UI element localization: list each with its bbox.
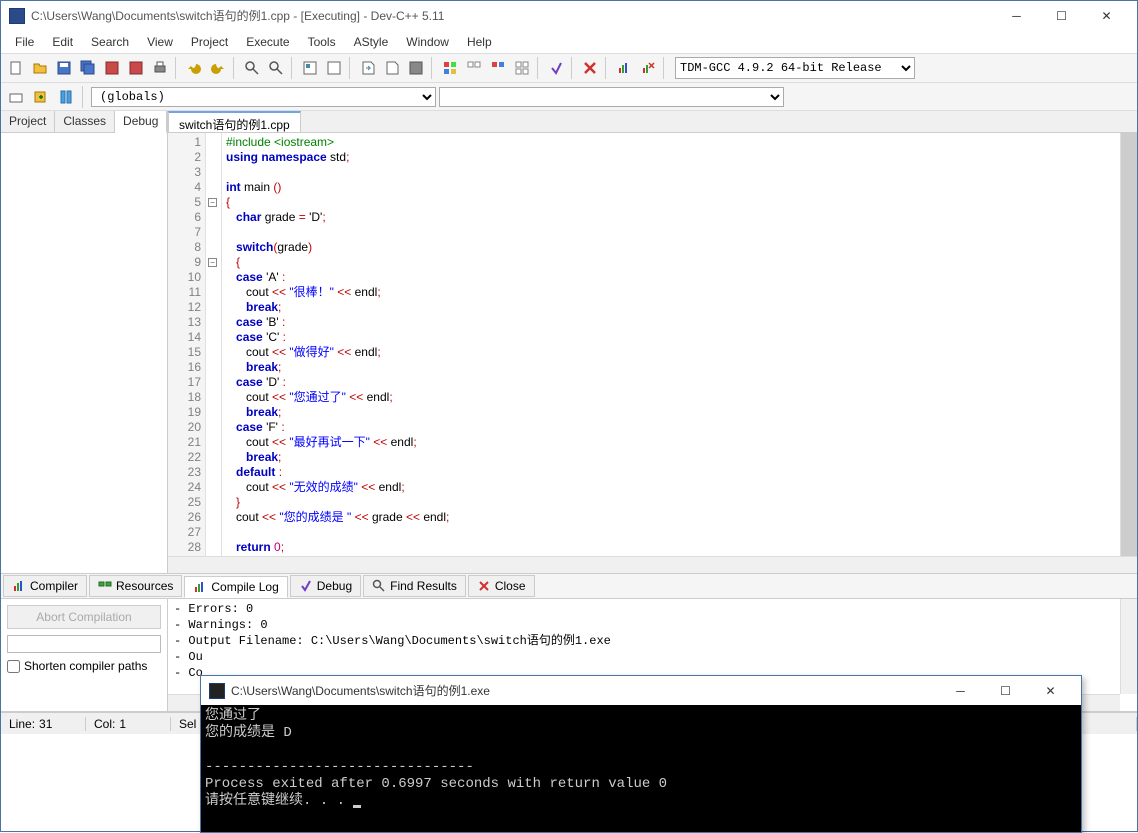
globals-select[interactable]: (globals) xyxy=(91,87,436,107)
save-icon[interactable] xyxy=(53,57,75,79)
left-tab-debug[interactable]: Debug xyxy=(115,111,167,133)
compile-progress xyxy=(7,635,161,653)
menu-astyle[interactable]: AStyle xyxy=(346,33,397,51)
syntax-icon[interactable] xyxy=(487,57,509,79)
compile-run-icon[interactable] xyxy=(439,57,461,79)
members-select[interactable] xyxy=(439,87,784,107)
main-toolbar: TDM-GCC 4.9.2 64-bit Release xyxy=(1,53,1137,83)
secondary-toolbar: (globals) xyxy=(1,83,1137,111)
editor[interactable]: 1234567891011121314151617181920212223242… xyxy=(168,133,1137,556)
bottom-tab-icon xyxy=(299,579,313,593)
left-panel-tabs: ProjectClassesDebug xyxy=(1,111,167,133)
menu-search[interactable]: Search xyxy=(83,33,137,51)
bottom-tab-icon xyxy=(12,579,26,593)
bottom-tab-resources[interactable]: Resources xyxy=(89,575,182,597)
minimize-button[interactable]: ─ xyxy=(994,2,1039,30)
titlebar: C:\Users\Wang\Documents\switch语句的例1.cpp … xyxy=(1,1,1137,31)
compile-icon[interactable] xyxy=(299,57,321,79)
menu-file[interactable]: File xyxy=(7,33,42,51)
bookmark-icon[interactable] xyxy=(381,57,403,79)
editor-vscroll[interactable] xyxy=(1120,133,1137,556)
app-icon xyxy=(9,8,25,24)
profile-icon[interactable] xyxy=(613,57,635,79)
compiler-select[interactable]: TDM-GCC 4.9.2 64-bit Release xyxy=(675,57,915,79)
toggle-bookmark-icon[interactable] xyxy=(55,86,77,108)
delete-profile-icon[interactable] xyxy=(637,57,659,79)
left-tab-project[interactable]: Project xyxy=(1,111,55,132)
window-title: C:\Users\Wang\Documents\switch语句的例1.cpp … xyxy=(31,7,994,24)
left-tab-classes[interactable]: Classes xyxy=(55,111,115,132)
clean-icon[interactable] xyxy=(511,57,533,79)
bottom-tab-close[interactable]: Close xyxy=(468,575,535,597)
insert-icon[interactable] xyxy=(30,86,52,108)
close-button[interactable]: ✕ xyxy=(1084,2,1129,30)
abort-compilation-button: Abort Compilation xyxy=(7,605,161,629)
print-icon[interactable] xyxy=(149,57,171,79)
menu-tools[interactable]: Tools xyxy=(300,33,344,51)
menu-project[interactable]: Project xyxy=(183,33,236,51)
menu-edit[interactable]: Edit xyxy=(44,33,81,51)
file-tab-active[interactable]: switch语句的例1.cpp xyxy=(168,111,301,132)
console-maximize-button[interactable]: ☐ xyxy=(983,677,1028,705)
bottom-tab-icon xyxy=(193,580,207,594)
close-file-icon[interactable] xyxy=(125,57,147,79)
find-icon[interactable] xyxy=(241,57,263,79)
bottom-tab-icon xyxy=(477,579,491,593)
bottom-tab-compile-log[interactable]: Compile Log xyxy=(184,576,287,598)
bottom-tab-icon xyxy=(98,579,112,593)
compile-log: - Errors: 0 - Warnings: 0 - Output Filen… xyxy=(168,599,1137,683)
rebuild-icon[interactable] xyxy=(463,57,485,79)
log-vscroll[interactable] xyxy=(1120,599,1137,694)
goto-icon[interactable] xyxy=(357,57,379,79)
stop-icon[interactable] xyxy=(579,57,601,79)
menu-window[interactable]: Window xyxy=(398,33,457,51)
menubar: FileEditSearchViewProjectExecuteToolsASt… xyxy=(1,31,1137,53)
left-panel: ProjectClassesDebug xyxy=(1,111,168,573)
shorten-paths-checkbox[interactable]: Shorten compiler paths xyxy=(7,659,161,673)
main-area: ProjectClassesDebug switch语句的例1.cpp 1234… xyxy=(1,111,1137,573)
new-file-icon[interactable] xyxy=(5,57,27,79)
toggle-icon[interactable] xyxy=(405,57,427,79)
console-close-button[interactable]: ✕ xyxy=(1028,677,1073,705)
console-output[interactable]: 您通过了 您的成绩是 D ---------------------------… xyxy=(201,706,1081,832)
console-minimize-button[interactable]: ─ xyxy=(938,677,983,705)
replace-icon[interactable] xyxy=(265,57,287,79)
new-class-icon[interactable] xyxy=(5,86,27,108)
save-all-icon[interactable] xyxy=(77,57,99,79)
console-title: C:\Users\Wang\Documents\switch语句的例1.exe xyxy=(231,682,938,699)
bottom-tab-compiler[interactable]: Compiler xyxy=(3,575,87,597)
menu-view[interactable]: View xyxy=(139,33,181,51)
file-tabs: switch语句的例1.cpp xyxy=(168,111,1137,133)
maximize-button[interactable]: ☐ xyxy=(1039,2,1084,30)
code-area: switch语句的例1.cpp 123456789101112131415161… xyxy=(168,111,1137,573)
bottom-tab-debug[interactable]: Debug xyxy=(290,575,361,597)
fold-gutter[interactable]: −−− xyxy=(206,133,222,556)
console-icon xyxy=(209,683,225,699)
bottom-tab-icon xyxy=(372,579,386,593)
bottom-tab-find-results[interactable]: Find Results xyxy=(363,575,466,597)
debug-icon[interactable] xyxy=(545,57,567,79)
redo-icon[interactable] xyxy=(207,57,229,79)
open-icon[interactable] xyxy=(29,57,51,79)
save-as-icon[interactable] xyxy=(101,57,123,79)
menu-help[interactable]: Help xyxy=(459,33,500,51)
menu-execute[interactable]: Execute xyxy=(238,33,297,51)
console-window: C:\Users\Wang\Documents\switch语句的例1.exe … xyxy=(200,675,1082,833)
editor-hscroll[interactable] xyxy=(168,556,1137,573)
left-panel-body xyxy=(1,133,167,573)
undo-icon[interactable] xyxy=(183,57,205,79)
run-icon[interactable] xyxy=(323,57,345,79)
bottom-tabs: CompilerResourcesCompile LogDebugFind Re… xyxy=(1,573,1137,599)
code-content[interactable]: #include <iostream>using namespace std; … xyxy=(222,133,1120,556)
line-gutter: 1234567891011121314151617181920212223242… xyxy=(168,133,206,556)
